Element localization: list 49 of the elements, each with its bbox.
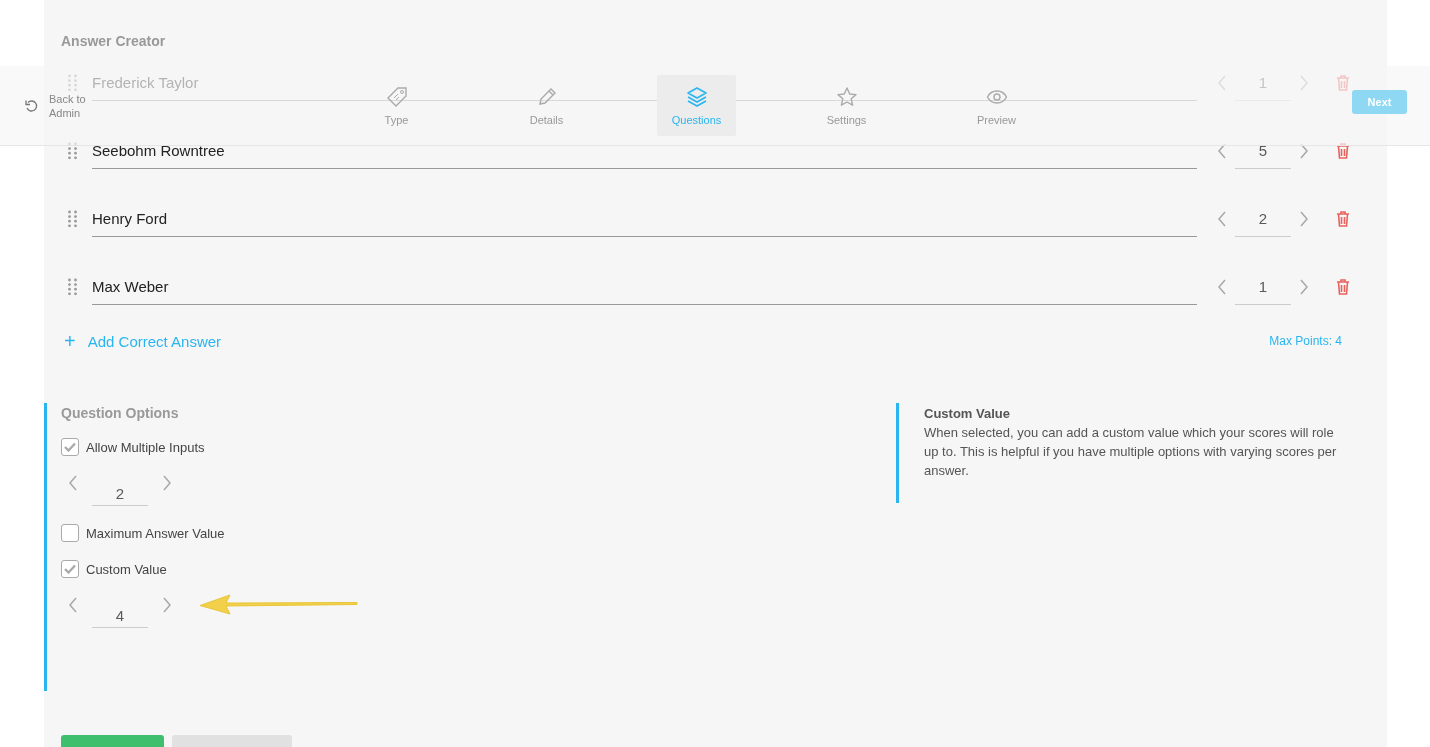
option-label: Allow Multiple Inputs xyxy=(86,439,205,455)
points-field[interactable]: 1 xyxy=(1235,269,1291,305)
option-label: Custom Value xyxy=(86,561,167,577)
chevron-right-icon[interactable] xyxy=(162,597,172,613)
option-label: Maximum Answer Value xyxy=(86,525,225,541)
chevron-left-icon[interactable] xyxy=(68,475,78,491)
section-title: Answer Creator xyxy=(61,32,167,49)
chevron-right-icon[interactable] xyxy=(1299,211,1309,227)
answer-field[interactable]: Henry Ford xyxy=(92,201,1197,237)
trash-icon[interactable] xyxy=(1336,211,1350,227)
max-points-label: Max Points: 4 xyxy=(1269,334,1342,348)
checkbox[interactable] xyxy=(61,560,79,578)
undo-icon xyxy=(25,98,39,113)
tag-icon xyxy=(385,85,408,108)
points-field[interactable]: 2 xyxy=(1235,201,1291,237)
chevron-right-icon[interactable] xyxy=(1299,279,1309,295)
layers-icon xyxy=(685,85,708,108)
chevron-left-icon[interactable] xyxy=(1217,279,1227,295)
trash-icon[interactable] xyxy=(1336,143,1350,159)
plus-icon[interactable]: + xyxy=(64,329,76,353)
drag-handle-icon[interactable] xyxy=(68,278,77,296)
checkmark-icon xyxy=(64,442,76,452)
trash-icon[interactable] xyxy=(1336,279,1350,295)
drag-handle-icon[interactable] xyxy=(68,74,77,92)
next-button[interactable]: Next xyxy=(1352,90,1407,114)
star-icon xyxy=(835,85,858,108)
drag-handle-icon[interactable] xyxy=(68,142,77,160)
value-field[interactable]: 4 xyxy=(92,592,148,628)
back-to-admin-label: Back to Admin xyxy=(49,91,87,120)
checkbox[interactable] xyxy=(61,438,79,456)
drag-handle-icon[interactable] xyxy=(68,210,77,228)
chevron-right-icon[interactable] xyxy=(1299,75,1309,91)
help-title: Custom Value xyxy=(924,405,1011,423)
chevron-left-icon[interactable] xyxy=(1217,143,1227,159)
chevron-right-icon[interactable] xyxy=(162,475,172,491)
points-field[interactable]: 5 xyxy=(1235,133,1291,169)
chevron-left-icon[interactable] xyxy=(1217,75,1227,91)
answer-field[interactable]: Max Weber xyxy=(92,269,1197,305)
chevron-left-icon[interactable] xyxy=(1217,211,1227,227)
add-answer-link[interactable]: Add Correct Answer xyxy=(87,332,222,350)
checkbox[interactable] xyxy=(61,524,79,542)
nav-tab[interactable]: Questions xyxy=(657,75,736,136)
help-text: When selected, you can add a custom value which your scores will role up to. This is helpful if you have multiple options with varying scores per answer. xyxy=(924,424,1338,480)
options-title: Question Options xyxy=(61,405,180,421)
chevron-right-icon[interactable] xyxy=(1299,143,1309,159)
trash-icon[interactable] xyxy=(1336,75,1350,91)
checkmark-icon xyxy=(64,564,76,574)
chevron-left-icon[interactable] xyxy=(68,597,78,613)
value-field[interactable]: 2 xyxy=(92,470,148,506)
